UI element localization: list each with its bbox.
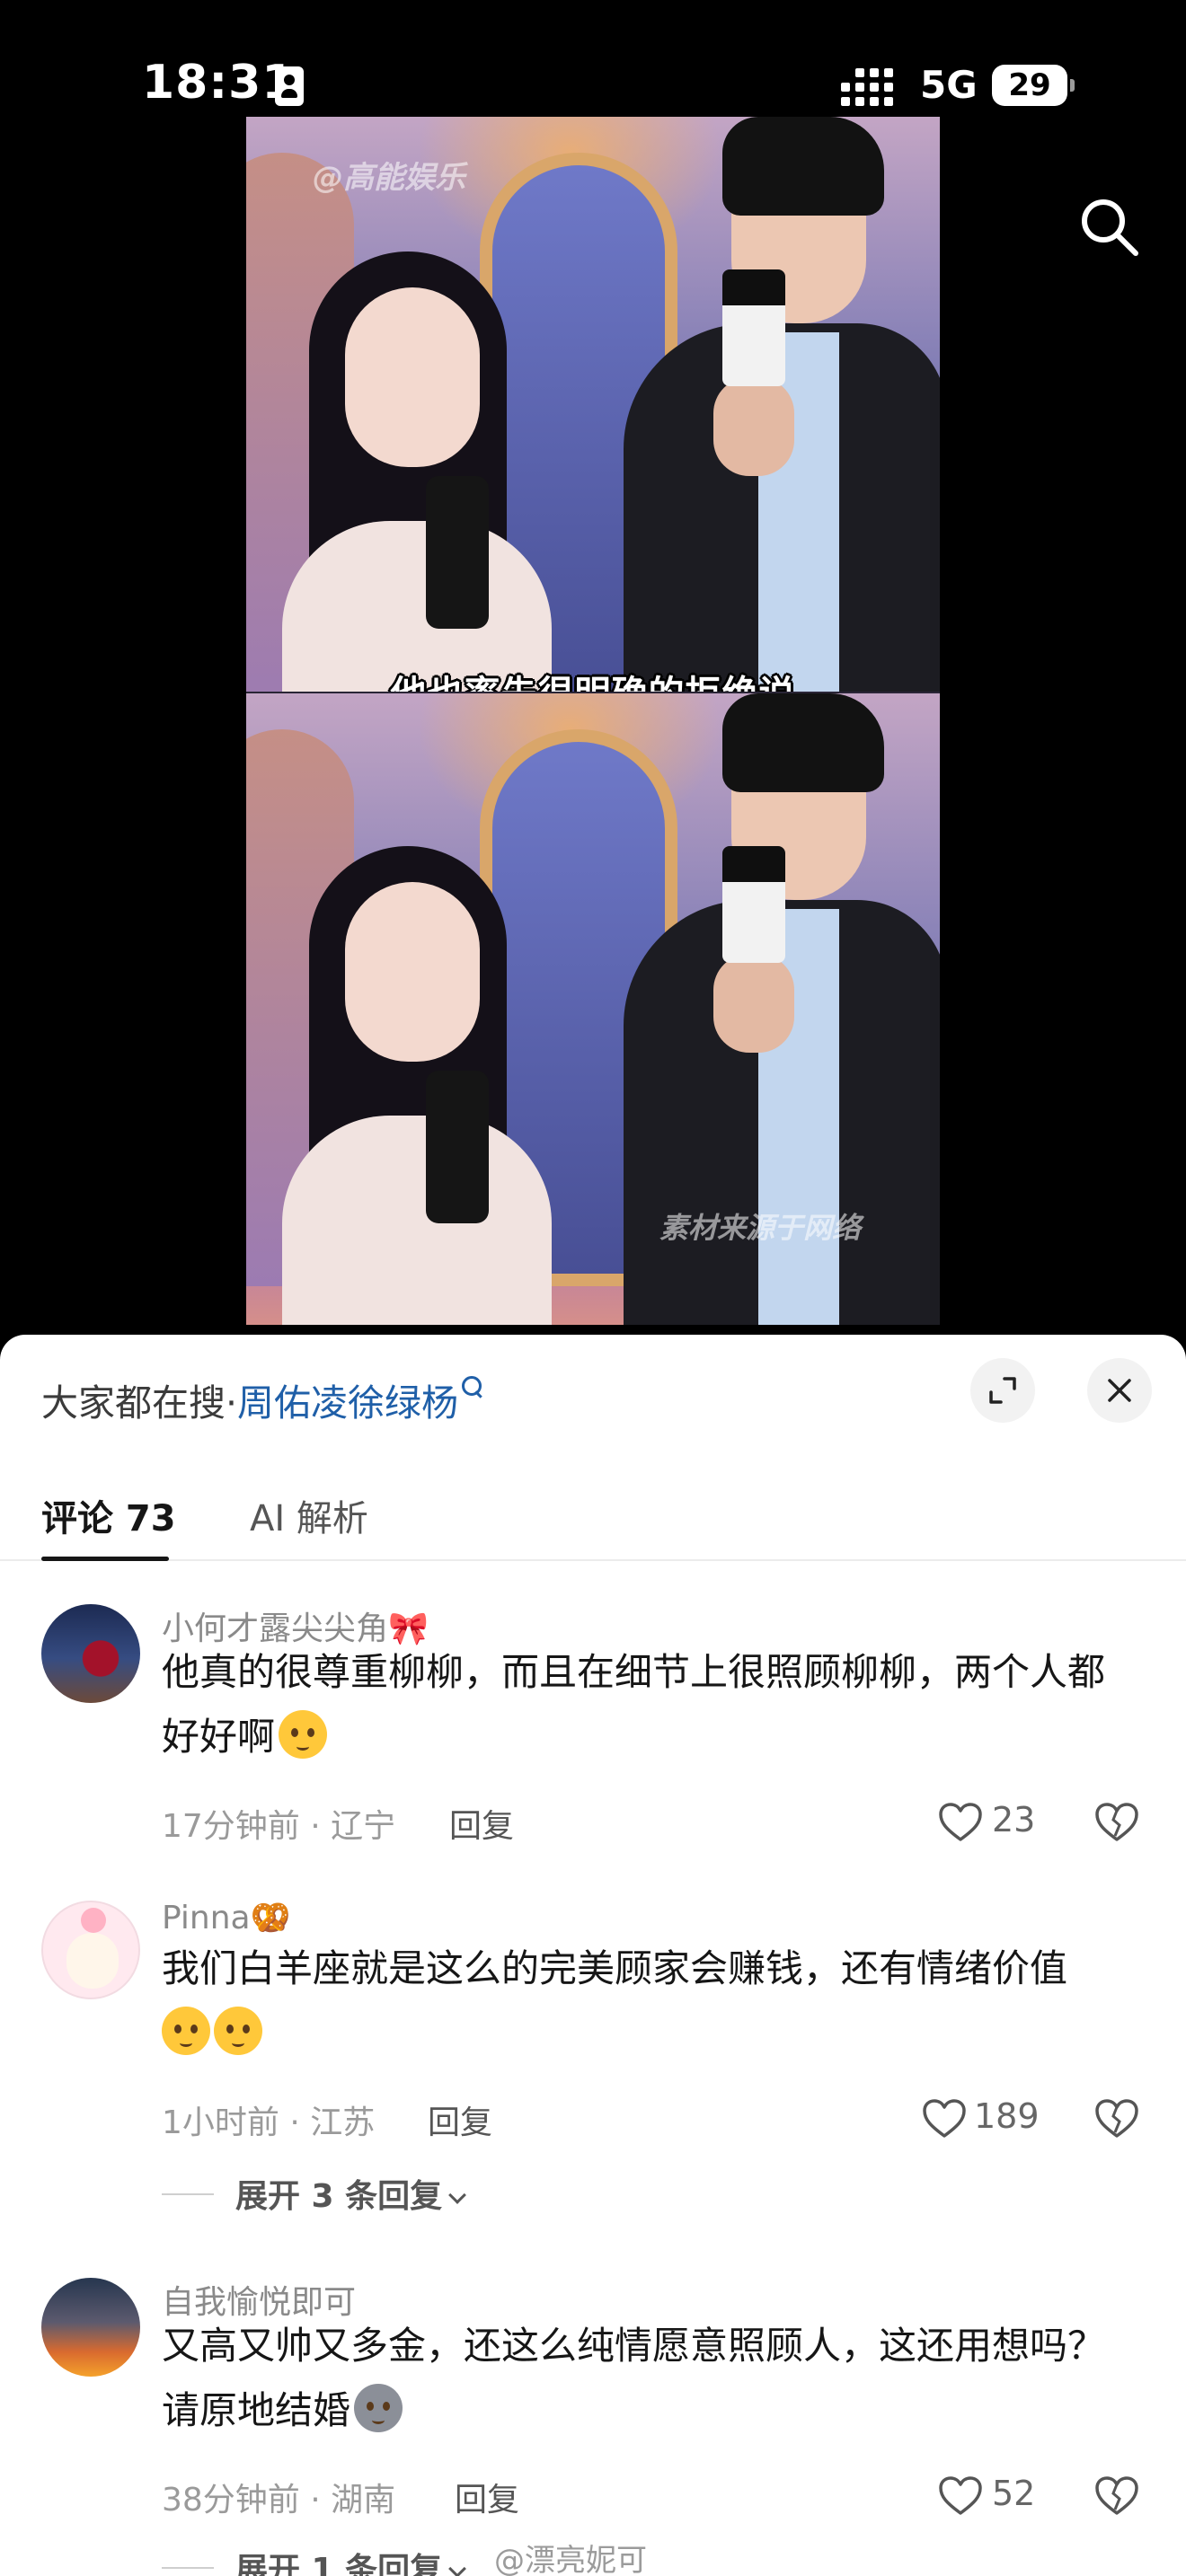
expand-replies-label: 展开 3 条回复 <box>235 2178 443 2215</box>
expand-button[interactable] <box>970 1358 1035 1423</box>
trending-search[interactable]: 大家都在搜·周佑凌徐绿杨 <box>41 1372 483 1426</box>
reply-button[interactable]: 回复 <box>428 2096 492 2143</box>
comment-text: 他真的很尊重柳柳，而且在细节上很照顾柳柳，两个人都好好啊 <box>162 1640 1132 1769</box>
heart-icon[interactable] <box>938 1802 983 1843</box>
signal-icon <box>841 68 902 106</box>
app-screen: 18:31 5G 29 @高能娱乐 素材来源于网络 大家都在搜·周佑凌徐绿杨 评… <box>0 0 1186 2576</box>
search-icon <box>458 1372 483 1408</box>
comment-body: 又高又帅又多金，还这么纯情愿意照顾人，这还用想吗？ 请原地结婚 <box>162 2324 1106 2432</box>
comment-meta: 17分钟前 · 辽宁 <box>162 1808 396 1845</box>
like-count: 189 <box>974 2096 1040 2136</box>
expand-replies-label: 展开 1 条回复 <box>235 2552 443 2576</box>
chevron-down-icon <box>448 2560 467 2576</box>
battery-level: 29 <box>1008 67 1051 103</box>
tab-ai-analysis[interactable]: AI 解析 <box>250 1489 368 1541</box>
woman-figure <box>282 251 552 692</box>
expand-replies-button[interactable]: 展开 3 条回复 <box>235 2170 467 2217</box>
woman-figure <box>282 846 552 1325</box>
status-time: 18:31 <box>142 56 296 110</box>
comment-meta: 38分钟前 · 湖南 <box>162 2482 396 2519</box>
expand-replies-button[interactable]: 展开 1 条回复 <box>235 2544 467 2576</box>
video-frame-bottom: 素材来源于网络 <box>246 693 940 1325</box>
tab-comments[interactable]: 评论 73 <box>41 1489 176 1541</box>
comment-text: 我们白羊座就是这么的完美顾家会赚钱，还有情绪价值 <box>162 1936 1132 2066</box>
avatar[interactable] <box>41 2278 140 2377</box>
crying-face-icon <box>279 1710 328 1759</box>
comment-text: 又高又帅又多金，还这么纯情愿意照顾人，这还用想吗？ 请原地结婚 <box>162 2314 1132 2443</box>
reply-button[interactable]: 回复 <box>449 1800 514 1847</box>
broken-heart-icon[interactable] <box>1094 2475 1139 2517</box>
heart-icon[interactable] <box>922 2098 967 2139</box>
video-frame-top: @高能娱乐 他也率先很明确的拒绝说 <box>246 117 940 692</box>
avatar[interactable] <box>41 1901 140 1999</box>
video-subtitle: 他也率先很明确的拒绝说 <box>246 665 940 692</box>
trending-label: 大家都在搜· <box>41 1381 238 1425</box>
battery-icon: 29 <box>992 65 1075 106</box>
shy-face-icon <box>162 2007 210 2055</box>
comment-body: 我们白羊座就是这么的完美顾家会赚钱，还有情绪价值 <box>162 1946 1068 1990</box>
close-button[interactable] <box>1087 1358 1152 1423</box>
heart-icon[interactable] <box>938 2475 983 2517</box>
id-card-icon <box>275 66 304 106</box>
status-bar: 18:31 5G 29 <box>0 0 1186 117</box>
close-icon <box>1108 1379 1131 1402</box>
like-count: 23 <box>992 1800 1036 1839</box>
trending-query-link[interactable]: 周佑凌徐绿杨 <box>237 1381 458 1425</box>
active-tab-indicator <box>41 1557 169 1561</box>
video-watermark-top: @高能娱乐 <box>313 160 465 196</box>
chevron-down-icon <box>448 2186 467 2204</box>
comment-username[interactable]: Pinna🥨 <box>162 1899 290 1936</box>
shy-face-icon <box>214 2007 262 2055</box>
video-watermark-source: 素材来源于网络 <box>659 1211 862 1245</box>
comment-meta: 1小时前 · 江苏 <box>162 2104 376 2141</box>
network-label: 5G <box>920 63 978 107</box>
broken-heart-icon[interactable] <box>1094 1802 1139 1843</box>
comment-sheet: 大家都在搜·周佑凌徐绿杨 评论 73 AI 解析 小何才露尖尖角🎀 他真的很尊重… <box>0 1335 1186 2576</box>
divider-line <box>162 2193 214 2195</box>
broken-heart-icon[interactable] <box>1094 2098 1139 2139</box>
wolf-face-icon <box>354 2384 403 2432</box>
avatar[interactable] <box>41 1604 140 1703</box>
search-icon[interactable] <box>1075 192 1143 260</box>
video-player[interactable]: @高能娱乐 他也率先很明确的拒绝说 素材来源于网络 <box>246 117 940 1325</box>
like-count: 52 <box>992 2474 1036 2513</box>
reply-button[interactable]: 回复 <box>455 2474 519 2520</box>
footer-watermark: @漂亮妮可 <box>494 2543 647 2576</box>
expand-icon <box>989 1377 1016 1404</box>
comment-tabs: 评论 73 AI 解析 <box>0 1489 1186 1561</box>
man-figure <box>624 117 940 692</box>
divider-line <box>162 2567 214 2569</box>
